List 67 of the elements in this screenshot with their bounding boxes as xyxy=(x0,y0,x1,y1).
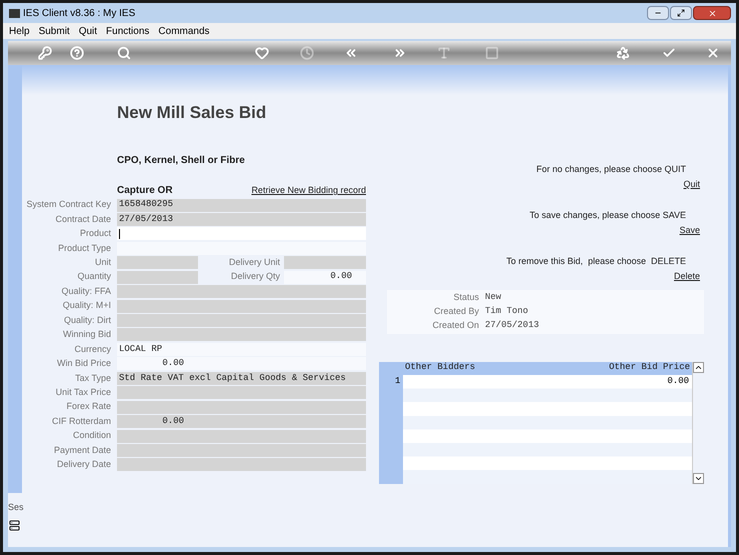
field-label: Win Bid Price xyxy=(56,357,111,370)
field-label: CIF Rotterdam xyxy=(50,414,111,428)
field-label: Condition xyxy=(72,429,111,442)
action-message: To remove this Bid, please choose DELETE xyxy=(506,254,686,268)
retrieve-link[interactable]: Retrieve New Bidding record xyxy=(251,184,366,198)
field-label: Payment Date xyxy=(52,444,111,457)
menu-item[interactable]: Help xyxy=(9,24,30,38)
field-label: Delivery Unit xyxy=(228,256,281,269)
field-label: Created By xyxy=(432,304,479,318)
field-label: Unit Tax Price xyxy=(54,386,111,399)
action-link[interactable]: Save xyxy=(679,224,700,238)
field-label: Quality: FFA xyxy=(60,284,111,298)
search-icon[interactable] xyxy=(116,45,132,61)
menu-item[interactable]: Submit xyxy=(38,24,70,38)
input-field[interactable] xyxy=(117,227,366,240)
scroll-down-icon[interactable] xyxy=(693,472,704,484)
field-value: Tim Tono xyxy=(485,304,528,318)
maximize-icon xyxy=(677,9,685,17)
field-label: Created On xyxy=(431,318,479,332)
field-label: Quantity xyxy=(76,270,111,284)
sidebar-label: Ses xyxy=(8,501,22,514)
scrollbar[interactable] xyxy=(692,362,704,484)
server-icon xyxy=(9,520,20,530)
scroll-up-icon[interactable] xyxy=(693,362,704,372)
field-label: Quality: M+I xyxy=(62,299,111,312)
heart-icon[interactable] xyxy=(254,45,270,61)
text-cursor xyxy=(119,228,120,239)
key-icon[interactable] xyxy=(37,45,53,61)
menu-item[interactable]: Quit xyxy=(78,24,98,38)
action-message: To save changes, please choose SAVE xyxy=(530,208,686,222)
field-label: Contract Date xyxy=(54,212,111,226)
action-message: For no changes, please choose QUIT xyxy=(536,162,686,176)
field-label: System Contract Key xyxy=(25,198,111,212)
app-icon xyxy=(9,8,20,18)
input-field[interactable] xyxy=(117,242,366,255)
menu-item[interactable]: Commands xyxy=(158,24,210,38)
field-label: Product xyxy=(78,227,111,240)
form-subtitle: CPO, Kernel, Shell or Fibre xyxy=(117,154,246,168)
help-icon[interactable] xyxy=(69,45,85,61)
window-title: IES Client v8.36 : My IES xyxy=(23,6,136,20)
row-number: 1 xyxy=(394,374,402,388)
field-label: Status xyxy=(452,290,479,304)
input-field[interactable]: LOCAL RP xyxy=(117,342,366,356)
close-button[interactable] xyxy=(693,6,731,20)
close-icon xyxy=(708,8,716,18)
field-label: Quality: Dirt xyxy=(62,314,111,327)
field-value: 27/05/2013 xyxy=(485,318,540,332)
field-label: Tax Type xyxy=(74,372,111,385)
field-label: Winning Bid xyxy=(62,328,111,342)
action-link[interactable]: Quit xyxy=(683,178,700,192)
recycle-icon[interactable] xyxy=(615,45,631,61)
column-header[interactable]: Other Bidders xyxy=(405,361,476,375)
field-label: Unit xyxy=(94,256,111,269)
field-label: Forex Rate xyxy=(65,400,111,414)
field-value: New xyxy=(485,290,502,304)
field-label: Delivery Date xyxy=(56,458,111,472)
action-link[interactable]: Delete xyxy=(674,270,700,284)
column-header[interactable]: Other Bid Price xyxy=(608,361,690,375)
table-cell-text: 0.00 xyxy=(667,374,689,388)
form-title: New Mill Sales Bid xyxy=(117,102,268,124)
field-label: Delivery Qty xyxy=(230,270,281,284)
field-label: Product Type xyxy=(57,242,111,255)
field-label: Currency xyxy=(73,342,111,356)
maximize-button[interactable] xyxy=(670,6,692,20)
menu-item[interactable]: Functions xyxy=(106,24,150,38)
input-field[interactable]: 0.00 xyxy=(117,357,366,370)
section-label: Capture OR xyxy=(117,184,173,198)
